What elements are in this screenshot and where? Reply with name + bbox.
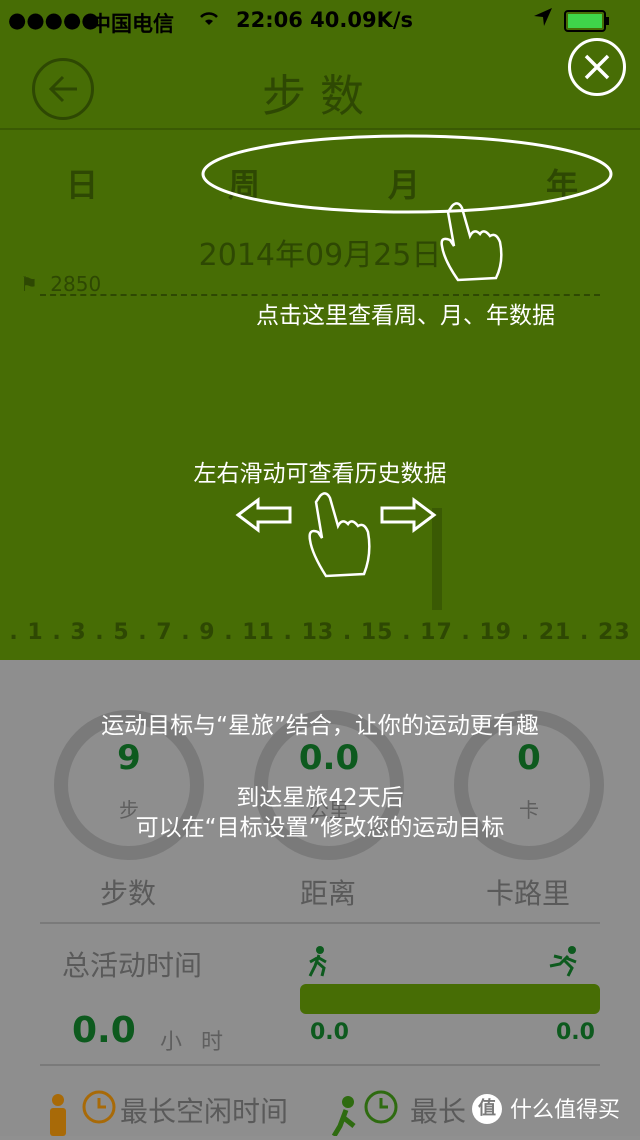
close-icon bbox=[584, 54, 610, 80]
divider bbox=[40, 922, 600, 924]
tap-hand-icon bbox=[440, 202, 503, 282]
close-tutorial-button[interactable] bbox=[568, 38, 626, 96]
total-activity-unit: 小 时 bbox=[160, 1030, 229, 1055]
status-bar: ●●●●● 中国电信 22:06 40.09K/s bbox=[0, 0, 640, 40]
page-title: 步数 bbox=[262, 71, 378, 122]
watermark-logo: 值 bbox=[472, 1094, 502, 1124]
walk-value: 0.0 bbox=[310, 1020, 349, 1045]
steps-value: 9 bbox=[117, 738, 141, 778]
location-icon bbox=[532, 6, 554, 33]
tab-day[interactable]: 日 bbox=[66, 160, 98, 206]
total-activity-value: 0.0 bbox=[72, 1010, 136, 1051]
time-speed: 22:06 40.09K/s bbox=[236, 8, 414, 32]
swipe-hint-text: 左右滑动可查看历史数据 bbox=[193, 461, 447, 487]
metric-distance-label: 距离 bbox=[300, 877, 357, 910]
x-axis-labels: . 1 . 3 . 5 . 7 . 9 . 11 . 13 . 15 . 17 … bbox=[9, 620, 631, 645]
idle-time-label: 最长空闲时间 bbox=[120, 1095, 289, 1128]
arrow-right-icon bbox=[380, 497, 437, 533]
nav-bar: 步数 bbox=[0, 40, 640, 130]
tab-highlight-ellipse bbox=[201, 134, 613, 214]
battery-icon bbox=[564, 10, 610, 37]
tab-hint-text: 点击这里查看周、月、年数据 bbox=[256, 303, 555, 329]
active-person-icon bbox=[330, 1096, 362, 1140]
active-time-label: 最长 bbox=[410, 1095, 467, 1128]
carrier-label: 中国电信 bbox=[90, 12, 174, 36]
metric-steps-label: 步数 bbox=[100, 877, 157, 910]
total-activity-label: 总活动时间 bbox=[62, 949, 203, 982]
goal-value: 2850 bbox=[50, 272, 102, 296]
divider bbox=[40, 1064, 600, 1066]
clock-icon bbox=[82, 1090, 116, 1128]
distance-value: 0.0 bbox=[298, 738, 360, 778]
run-value: 0.0 bbox=[556, 1020, 595, 1045]
arrow-left-icon bbox=[235, 497, 292, 533]
metric-calories-label: 卡路里 bbox=[486, 877, 571, 910]
swipe-hand-icon bbox=[308, 492, 371, 578]
calories-value: 0 bbox=[517, 738, 541, 778]
goal-flag: ⚑ 2850 bbox=[20, 272, 101, 296]
goal-hint-line2: 到达星旅42天后 bbox=[236, 785, 404, 811]
goal-hint-line3: 可以在“目标设置”修改您的运动目标 bbox=[135, 815, 505, 841]
watermark-text: 什么值得买 bbox=[510, 1098, 621, 1123]
run-icon bbox=[546, 946, 580, 982]
date-label: 2014年09月25日 bbox=[198, 238, 442, 273]
clock-icon bbox=[364, 1090, 398, 1128]
walk-icon bbox=[306, 946, 332, 982]
activity-bar bbox=[300, 984, 600, 1014]
idle-person-icon bbox=[44, 1094, 76, 1140]
signal-strength: ●●●●● bbox=[8, 8, 100, 32]
wifi-icon bbox=[198, 8, 220, 32]
goal-hint-line1: 运动目标与“星旅”结合，让你的运动更有趣 bbox=[101, 713, 539, 739]
flag-icon: ⚑ bbox=[20, 272, 38, 296]
